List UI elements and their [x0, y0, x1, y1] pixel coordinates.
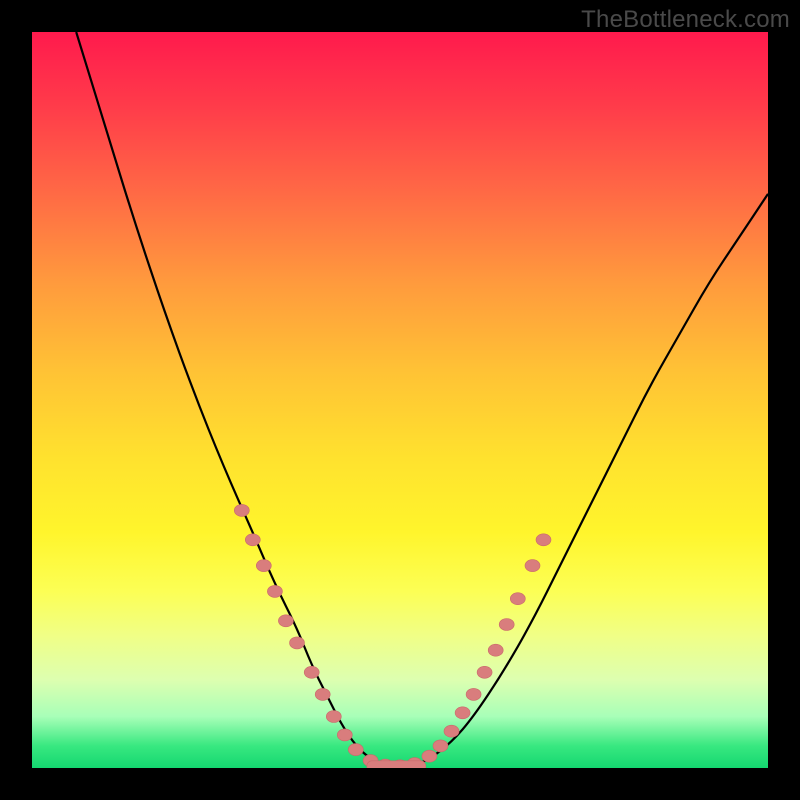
data-marker: [422, 750, 437, 762]
data-marker: [267, 585, 282, 597]
data-marker: [234, 504, 249, 516]
data-marker: [290, 637, 305, 649]
data-marker: [499, 619, 514, 631]
data-marker: [455, 707, 470, 719]
data-marker: [477, 666, 492, 678]
flat-bottom-bar: [367, 761, 426, 768]
data-marker: [348, 744, 363, 756]
data-marker: [304, 666, 319, 678]
data-marker: [337, 729, 352, 741]
data-marker: [444, 725, 459, 737]
data-marker: [510, 593, 525, 605]
data-marker: [278, 615, 293, 627]
data-marker: [536, 534, 551, 546]
data-marker: [256, 560, 271, 572]
data-marker: [315, 688, 330, 700]
data-marker: [433, 740, 448, 752]
data-marker: [488, 644, 503, 656]
data-marker: [466, 688, 481, 700]
data-marker: [245, 534, 260, 546]
chart-svg: [32, 32, 768, 768]
plot-area: [32, 32, 768, 768]
watermark-text: TheBottleneck.com: [581, 6, 790, 34]
data-marker: [525, 560, 540, 572]
data-marker: [326, 711, 341, 723]
bottleneck-curve: [76, 32, 768, 766]
data-markers: [234, 504, 551, 768]
chart-frame: TheBottleneck.com: [0, 0, 800, 800]
